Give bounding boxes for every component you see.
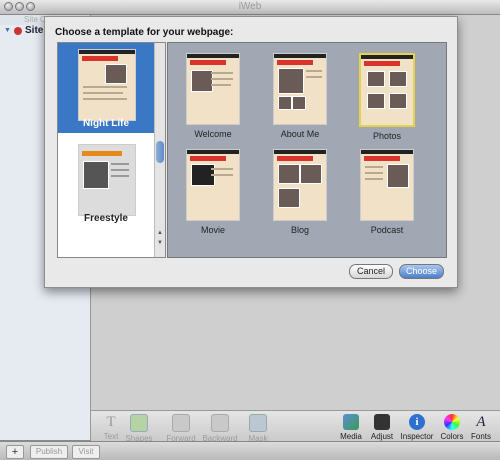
template-chooser-sheet: Choose a template for your webpage: Nigh… bbox=[44, 16, 458, 288]
theme-thumbnail bbox=[78, 144, 136, 216]
template-movie[interactable]: Movie bbox=[183, 149, 243, 235]
cancel-button[interactable]: Cancel bbox=[349, 264, 393, 279]
media-label: Media bbox=[340, 432, 362, 441]
disclosure-triangle-icon[interactable]: ▼ bbox=[4, 27, 11, 34]
scroll-thumb[interactable] bbox=[156, 141, 164, 163]
info-icon: i bbox=[409, 414, 425, 430]
template-blog[interactable]: Blog bbox=[270, 149, 330, 235]
choose-button[interactable]: Choose bbox=[399, 264, 444, 279]
adjust-icon bbox=[374, 414, 390, 430]
color-wheel-icon bbox=[444, 414, 460, 430]
main-toolbar: T Text Shapes Forward Backward Mask Medi… bbox=[91, 410, 500, 443]
theme-thumbnail bbox=[78, 49, 136, 121]
theme-label: Night Life bbox=[82, 118, 130, 129]
template-thumbnail bbox=[273, 53, 327, 125]
adjust-button[interactable]: Adjust bbox=[362, 414, 402, 441]
template-label: Blog bbox=[290, 225, 309, 235]
send-backward-icon bbox=[211, 414, 229, 432]
window-title: iWeb bbox=[238, 1, 262, 12]
inspector-label: Inspector bbox=[400, 432, 434, 441]
template-thumbnail bbox=[360, 149, 414, 221]
shapes-icon bbox=[130, 414, 148, 432]
add-page-button[interactable]: + bbox=[6, 445, 24, 459]
adjust-label: Adjust bbox=[370, 432, 394, 441]
bring-forward-icon bbox=[172, 414, 190, 432]
theme-list-scrollbar[interactable]: ▲ ▼ bbox=[154, 43, 165, 257]
template-thumbnail bbox=[359, 53, 415, 127]
template-label: Podcast bbox=[370, 225, 404, 235]
template-photos[interactable]: Photos bbox=[357, 53, 417, 141]
mask-icon bbox=[249, 414, 267, 432]
mask-button[interactable]: Mask bbox=[238, 414, 278, 443]
theme-label: Freestyle bbox=[84, 213, 128, 224]
visit-button[interactable]: Visit bbox=[72, 445, 100, 459]
sheet-title: Choose a template for your webpage: bbox=[55, 27, 234, 38]
inspector-button[interactable]: i Inspector bbox=[397, 414, 437, 441]
template-thumbnail bbox=[186, 53, 240, 125]
template-grid: Welcome About Me Photos Movie Blog Podca… bbox=[167, 42, 447, 258]
publish-button[interactable]: Publish bbox=[30, 445, 68, 459]
template-thumbnail bbox=[186, 149, 240, 221]
template-about-me[interactable]: About Me bbox=[270, 53, 330, 139]
template-welcome[interactable]: Welcome bbox=[183, 53, 243, 139]
theme-item-night-life[interactable]: Night Life bbox=[58, 43, 154, 133]
template-thumbnail bbox=[273, 149, 327, 221]
text-label: Text bbox=[103, 432, 119, 441]
fonts-label: Fonts bbox=[470, 432, 491, 441]
template-label: About Me bbox=[280, 129, 320, 139]
theme-item-freestyle[interactable]: Freestyle bbox=[58, 138, 154, 228]
template-label: Movie bbox=[200, 225, 225, 235]
scroll-up-arrow-icon[interactable]: ▲ bbox=[155, 229, 165, 238]
theme-list: Night Life Freestyle ▲ ▼ bbox=[57, 42, 166, 258]
forward-button[interactable]: Forward bbox=[161, 414, 201, 443]
template-label: Photos bbox=[372, 131, 402, 141]
shapes-button[interactable]: Shapes bbox=[119, 414, 159, 443]
fonts-button[interactable]: A Fonts bbox=[461, 414, 500, 441]
template-podcast[interactable]: Podcast bbox=[357, 149, 417, 235]
bottom-bar: + Publish Visit bbox=[0, 441, 500, 460]
media-icon bbox=[343, 414, 359, 430]
sidebar-item-label: Site bbox=[25, 25, 44, 36]
backward-button[interactable]: Backward bbox=[200, 414, 240, 443]
title-bar: iWeb bbox=[0, 0, 500, 15]
fonts-icon: A bbox=[476, 414, 486, 430]
scroll-down-arrow-icon[interactable]: ▼ bbox=[155, 239, 165, 248]
site-icon bbox=[14, 27, 22, 35]
template-label: Welcome bbox=[194, 129, 232, 139]
